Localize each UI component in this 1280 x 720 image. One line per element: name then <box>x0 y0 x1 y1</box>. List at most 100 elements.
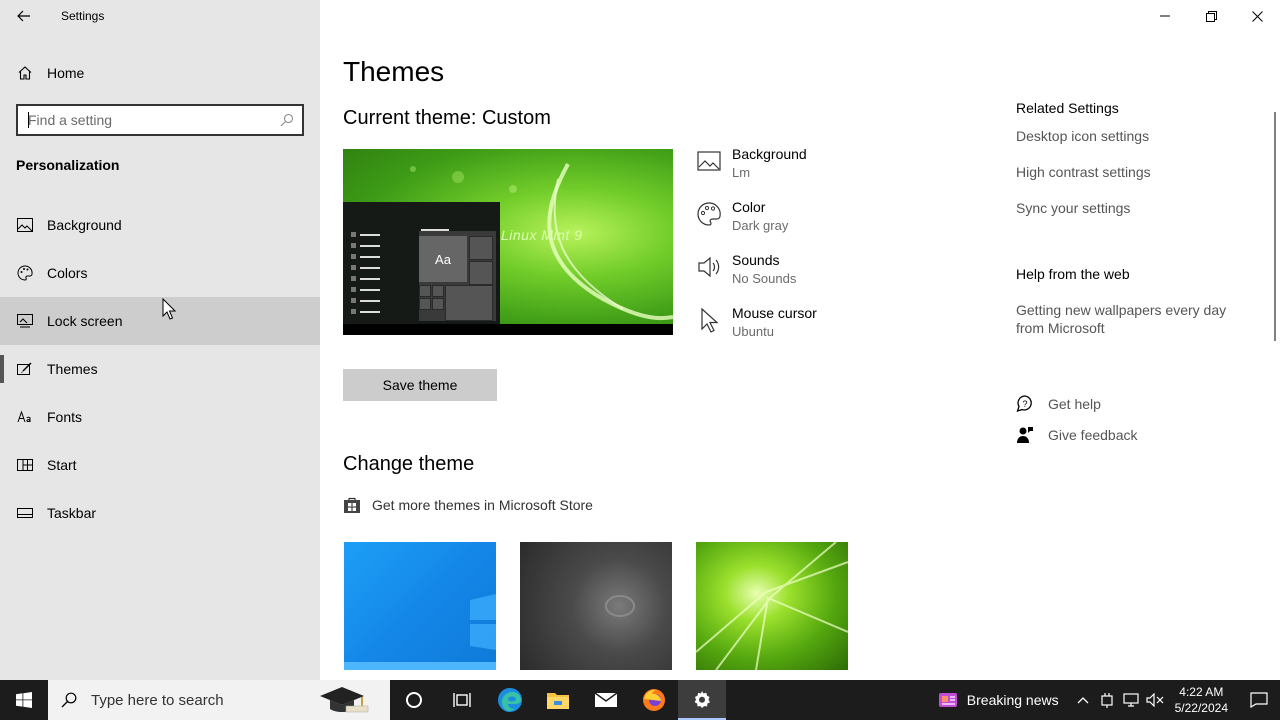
sidebar-item-fonts[interactable]: Fonts <box>0 393 320 441</box>
edge-taskbar-button[interactable] <box>486 680 534 720</box>
picture-icon <box>697 151 721 171</box>
taskbar-search-box[interactable]: Type here to search <box>48 680 390 720</box>
sidebar-item-label: Lock screen <box>47 313 123 329</box>
taskbar-clock[interactable]: 4:22 AM 5/22/2024 <box>1175 684 1228 716</box>
mint-logo-graphic <box>605 595 635 617</box>
restore-button[interactable] <box>1188 0 1234 32</box>
search-icon[interactable] <box>280 113 294 127</box>
save-theme-label: Save theme <box>382 377 458 393</box>
task-view-button[interactable] <box>438 680 486 720</box>
brush-icon <box>17 361 33 377</box>
preview-line <box>360 256 380 258</box>
device-tray-button[interactable] <box>1095 680 1119 720</box>
fonts-icon <box>17 409 33 425</box>
preview-aa-tile: Aa <box>419 236 467 282</box>
property-title: Background <box>732 146 807 162</box>
search-icon <box>61 692 77 708</box>
related-settings: Related Settings Desktop icon settings H… <box>1016 100 1246 337</box>
home-label: Home <box>47 65 85 81</box>
svg-text:?: ? <box>1023 399 1028 409</box>
background-property[interactable]: Background Lm <box>696 146 996 190</box>
volume-tray-button[interactable] <box>1143 680 1167 720</box>
minimize-button[interactable] <box>1142 0 1188 32</box>
theme-preview: Aa Linux Mint 9 <box>343 149 673 335</box>
usb-device-icon <box>1101 693 1113 708</box>
sidebar-item-label: Fonts <box>47 409 83 425</box>
mouse-cursor-property[interactable]: Mouse cursor Ubuntu <box>696 305 996 349</box>
edge-browser-icon <box>498 688 522 712</box>
title-bar: Settings <box>0 0 320 32</box>
taskbar-icon <box>17 505 33 521</box>
property-title: Mouse cursor <box>732 305 817 321</box>
sidebar-item-colors[interactable]: Colors <box>0 249 320 297</box>
clock-time: 4:22 AM <box>1179 685 1224 699</box>
property-value: Ubuntu <box>732 324 774 339</box>
color-property[interactable]: Color Dark gray <box>696 199 996 243</box>
related-settings-heading: Related Settings <box>1016 100 1119 116</box>
theme-thumbnail-green[interactable] <box>696 542 848 670</box>
close-button[interactable] <box>1234 0 1280 32</box>
news-widget[interactable]: Breaking news <box>937 690 1059 710</box>
mouse-pointer-icon <box>162 298 176 320</box>
settings-taskbar-button[interactable] <box>678 680 726 720</box>
preview-dot <box>351 243 356 248</box>
chevron-up-icon <box>1077 697 1089 704</box>
help-chat-icon: ? <box>1016 395 1034 413</box>
back-arrow-icon <box>17 10 30 22</box>
picture-icon <box>17 217 33 233</box>
green-rays-graphic <box>696 542 848 670</box>
sounds-property[interactable]: Sounds No Sounds <box>696 252 996 296</box>
firefox-button[interactable] <box>630 680 678 720</box>
gear-icon <box>694 691 710 708</box>
store-link-label: Get more themes in Microsoft Store <box>372 497 593 513</box>
scrollbar[interactable] <box>1274 112 1276 341</box>
preview-dot <box>351 287 356 292</box>
preview-dot <box>351 254 356 259</box>
property-value: Lm <box>732 165 751 180</box>
windows-logo-icon <box>16 692 32 708</box>
windows-logo-graphic <box>470 594 496 650</box>
action-center-button[interactable] <box>1238 680 1280 720</box>
property-value: Dark gray <box>732 218 789 233</box>
start-button[interactable] <box>0 680 48 720</box>
mail-button[interactable] <box>582 680 630 720</box>
sidebar-item-taskbar[interactable]: Taskbar <box>0 489 320 537</box>
home-icon <box>17 65 33 81</box>
settings-search-box[interactable] <box>16 104 304 136</box>
store-themes-link[interactable]: Get more themes in Microsoft Store <box>343 496 593 514</box>
section-title: Personalization <box>16 157 120 173</box>
get-help-link[interactable]: ? Get help <box>1016 395 1101 413</box>
sidebar-item-themes[interactable]: Themes <box>0 345 320 393</box>
network-tray-button[interactable] <box>1119 680 1143 720</box>
file-explorer-button[interactable] <box>534 680 582 720</box>
theme-thumbnail-windows[interactable] <box>344 542 496 670</box>
sync-settings-link[interactable]: Sync your settings <box>1016 200 1246 216</box>
desktop-icon-settings-link[interactable]: Desktop icon settings <box>1016 128 1246 144</box>
high-contrast-settings-link[interactable]: High contrast settings <box>1016 164 1246 180</box>
news-label: Breaking news <box>966 692 1059 708</box>
theme-thumbnail-dark[interactable] <box>520 542 672 670</box>
app-title: Settings <box>61 9 105 23</box>
sidebar-item-start[interactable]: Start <box>0 441 320 489</box>
back-button[interactable] <box>0 0 48 32</box>
cortana-button[interactable] <box>390 680 438 720</box>
settings-search-input[interactable] <box>28 112 268 128</box>
help-web-heading: Help from the web <box>1016 266 1130 282</box>
current-theme-label: Current theme: Custom <box>343 107 551 129</box>
wallpapers-help-link[interactable]: Getting new wallpapers every day from Mi… <box>1016 301 1236 337</box>
preview-dot <box>351 298 356 303</box>
sidebar-item-lock-screen[interactable]: Lock screen <box>0 297 320 345</box>
home-nav-item[interactable]: Home <box>0 56 320 90</box>
preview-line <box>360 245 380 247</box>
notification-icon <box>1250 692 1268 708</box>
preview-line <box>360 300 380 302</box>
graduation-cap-icon <box>320 687 369 713</box>
give-feedback-link[interactable]: Give feedback <box>1016 426 1138 444</box>
preview-line <box>360 278 380 280</box>
show-hidden-icons-button[interactable] <box>1071 680 1095 720</box>
settings-sidebar: Settings Home Personalization Background… <box>0 0 320 680</box>
save-theme-button[interactable]: Save theme <box>343 369 497 401</box>
preview-wallpaper-logo: Linux Mint 9 <box>501 227 583 243</box>
personalization-nav: Background Colors Lock screen Themes Fon… <box>0 201 320 537</box>
sidebar-item-background[interactable]: Background <box>0 201 320 249</box>
